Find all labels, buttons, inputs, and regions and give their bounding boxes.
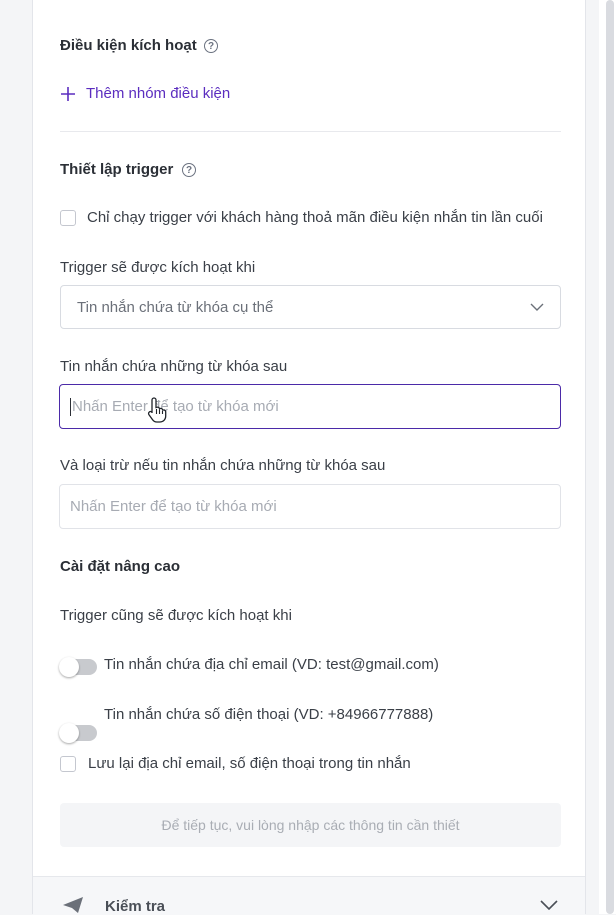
section-divider [60, 131, 561, 132]
trigger-settings-title: Thiết lập trigger [60, 161, 173, 178]
phone-toggle[interactable] [59, 723, 97, 743]
also-activate-label: Trigger cũng sẽ được kích hoạt khi [60, 607, 292, 624]
advanced-settings-title-text: Cài đặt nâng cao [60, 558, 181, 575]
email-toggle[interactable] [59, 657, 97, 677]
text-caret [70, 397, 71, 416]
chevron-down-icon[interactable] [540, 900, 558, 910]
add-condition-group-label: Thêm nhóm điều kiện [86, 85, 231, 102]
keywords-placeholder: Nhấn Enter để tạo từ khóa mới [72, 398, 279, 415]
email-toggle-knob [59, 657, 79, 677]
keywords-input[interactable]: Nhấn Enter để tạo từ khóa mới [59, 384, 561, 429]
save-contact-label: Lưu lại địa chỉ email, số điện thoại tro… [88, 755, 411, 772]
advanced-settings-title: Cài đặt nâng cao [60, 558, 180, 575]
keywords-label: Tin nhắn chứa những từ khóa sau [60, 358, 288, 375]
continue-button[interactable]: Để tiếp tục, vui lòng nhập các thông tin… [60, 803, 561, 847]
activate-when-selected-value: Tin nhắn chứa từ khóa cụ thể [77, 298, 274, 316]
last-message-condition-label: Chỉ chạy trigger với khách hàng thoả mãn… [87, 209, 543, 226]
last-message-condition-checkbox[interactable] [60, 210, 76, 226]
save-contact-checkbox[interactable] [60, 756, 76, 772]
conditions-title: Điều kiện kích hoạt [60, 37, 197, 54]
continue-button-label: Để tiếp tục, vui lòng nhập các thông tin… [161, 817, 460, 833]
email-toggle-label: Tin nhắn chứa địa chỉ email (VD: test@gm… [104, 656, 439, 673]
trigger-help-icon[interactable]: ? [182, 163, 196, 177]
conditions-help-icon[interactable]: ? [204, 39, 218, 53]
trigger-settings-title-text: Thiết lập trigger [60, 161, 174, 178]
activate-when-select[interactable]: Tin nhắn chứa từ khóa cụ thể [60, 285, 561, 329]
conditions-title-text: Điều kiện kích hoạt [60, 37, 197, 54]
exclude-keywords-placeholder: Nhấn Enter để tạo từ khóa mới [70, 498, 277, 515]
chevron-down-icon [530, 303, 544, 311]
exclude-keywords-input[interactable]: Nhấn Enter để tạo từ khóa mới [59, 484, 561, 529]
paper-plane-icon [63, 897, 83, 913]
phone-toggle-knob [59, 723, 79, 743]
activate-when-label: Trigger sẽ được kích hoạt khi [60, 259, 256, 276]
plus-icon [61, 86, 75, 101]
phone-toggle-label: Tin nhắn chứa số điện thoại (VD: +849667… [104, 706, 434, 723]
hand-pointer-icon [147, 397, 167, 423]
test-section-title: Kiểm tra [105, 898, 166, 915]
add-condition-group-button[interactable]: Thêm nhóm điều kiện [60, 85, 230, 102]
scrollbar-thumb[interactable] [606, 0, 614, 914]
exclude-keywords-label: Và loại trừ nếu tin nhắn chứa những từ k… [60, 457, 386, 474]
